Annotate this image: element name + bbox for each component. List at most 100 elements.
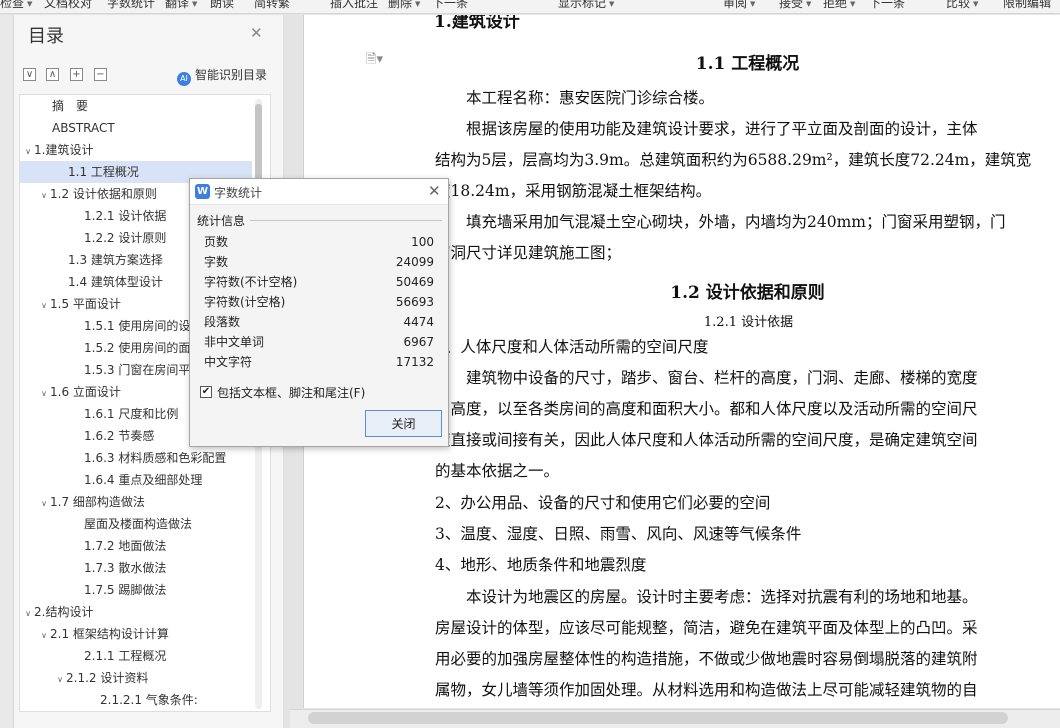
- toolbar-check-button[interactable]: 检查 ▼: [0, 0, 32, 12]
- panel-side-strip: [0, 15, 14, 728]
- stat-value: 56693: [395, 295, 434, 309]
- include-textbox-label[interactable]: 包括文本框、脚注和尾注(F): [217, 384, 365, 401]
- chevron-down-icon: ▼: [750, 0, 756, 8]
- chevron-down-icon[interactable]: ∨: [38, 493, 50, 513]
- stat-label: 字符数(计空格): [204, 295, 286, 309]
- toolbar-delete-comment-button[interactable]: 删除 ▼: [388, 0, 420, 12]
- chevron-down-icon[interactable]: ∨: [38, 383, 50, 403]
- stat-label: 字数: [204, 255, 229, 269]
- ribbon-toolbar: 检查 ▼ 文档校对 字数统计 翻译 ▼ 朗读 简转繁 插入批注 删除 ▼ 下一条 显示标记 ▼ 审阅 ▼ 接受 ▼…: [0, 0, 1060, 14]
- toolbar-read-aloud-button[interactable]: 朗读: [210, 0, 234, 12]
- toolbar-translate-button[interactable]: 翻译 ▼: [165, 0, 197, 12]
- toolbar-compare-button[interactable]: 比较 ▼: [946, 0, 978, 12]
- doc-heading: 1.1 工程概况: [695, 54, 800, 74]
- stat-label: 页数: [204, 235, 229, 249]
- chevron-down-icon: ▼: [850, 0, 856, 8]
- toc-item[interactable]: ∨ 2.1.2 设计资料: [20, 667, 252, 689]
- toolbar-item-label: 拒绝: [823, 0, 848, 10]
- stat-value: 24099: [395, 255, 434, 269]
- include-textbox-checkbox[interactable]: ✔: [200, 386, 212, 398]
- section-divider: [250, 220, 442, 221]
- doc-paragraph-line: 3、温度、湿度、日照、雨雪、风向、风速等气候条件: [435, 525, 802, 543]
- page-options-icon[interactable]: 🗎▾: [366, 50, 383, 72]
- toolbar-item-label: 翻译: [165, 0, 190, 10]
- toolbar-next-comment-button[interactable]: 下一条: [432, 0, 468, 12]
- stat-row: 字数 24099: [204, 252, 434, 272]
- chevron-down-icon[interactable]: ∨: [22, 603, 34, 623]
- dialog-close-icon[interactable]: ✕: [428, 182, 441, 200]
- toolbar-item-label: 接受: [779, 0, 804, 10]
- toolbar-review-button[interactable]: 审阅 ▼: [723, 0, 755, 12]
- toolbar-item-label: 字数统计: [107, 0, 156, 10]
- toc-item-label: 1.2.2 设计原则: [84, 231, 167, 245]
- remove-heading-icon[interactable]: −: [94, 68, 107, 81]
- toc-item[interactable]: 屋面及楼面构造做法: [20, 513, 252, 535]
- toolbar-item-label: 检查: [0, 0, 25, 10]
- toc-item[interactable]: ABSTRACT: [20, 117, 252, 139]
- toc-item[interactable]: ∨ 2.结构设计: [20, 601, 252, 623]
- toc-item[interactable]: 1.7.2 地面做法: [20, 535, 252, 557]
- toc-item[interactable]: 1.7.3 散水做法: [20, 557, 252, 579]
- doc-paragraph-line: 1、人体尺度和人体活动所需的空间尺度: [435, 338, 709, 356]
- toc-item[interactable]: ∨ 1.建筑设计: [20, 139, 252, 161]
- toc-item[interactable]: 2.1.1 工程概况: [20, 645, 252, 667]
- stat-row: 段落数 4474: [204, 312, 434, 332]
- stat-value: 4474: [403, 315, 434, 329]
- doc-paragraph-line: 房屋设计的体型，应该尽可能规整，简洁，避免在建筑平面及体型上的凸凹。采: [435, 619, 978, 637]
- doc-paragraph-line: 和高度，以至各类房间的高度和面积大小。都和人体尺度以及活动所需的空间尺: [435, 400, 978, 418]
- dialog-titlebar[interactable]: W 字数统计 ✕: [190, 179, 448, 205]
- close-button[interactable]: 关闭: [365, 410, 442, 437]
- chevron-down-icon[interactable]: ∨: [38, 185, 50, 205]
- chevron-down-icon[interactable]: ∨: [54, 669, 66, 689]
- toolbar-simplified-to-traditional-button[interactable]: 简转繁: [254, 0, 290, 12]
- stat-label: 段落数: [204, 315, 241, 329]
- toc-item-label: 1.5.1 使用房间的设计: [84, 319, 203, 333]
- toc-item[interactable]: ∨ 2.1 框架结构设计计算: [20, 623, 252, 645]
- horizontal-scrollbar-thumb[interactable]: [308, 712, 1008, 724]
- toolbar-reject-button[interactable]: 拒绝 ▼: [823, 0, 855, 12]
- smart-toc-button[interactable]: AI 智能识别目录: [177, 66, 267, 86]
- chevron-down-icon[interactable]: ∨: [38, 625, 50, 645]
- collapse-all-icon[interactable]: ∨: [23, 68, 36, 81]
- stat-value: 17132: [395, 355, 434, 369]
- chevron-down-icon[interactable]: ∨: [38, 295, 50, 315]
- ai-icon: AI: [177, 72, 191, 86]
- toc-item-label: ABSTRACT: [52, 121, 115, 135]
- add-heading-icon[interactable]: +: [70, 68, 83, 81]
- toc-item[interactable]: ∨ 1.7 细部构造做法: [20, 491, 252, 513]
- stat-row: 页数 100: [204, 232, 434, 252]
- doc-paragraph-line: 的基本依据之一。: [435, 462, 560, 480]
- toc-item-label: 1.7.3 散水做法: [84, 561, 167, 575]
- cut-off-heading: 1.建筑设计: [434, 15, 520, 32]
- toc-item[interactable]: 1.6.4 重点及细部处理: [20, 469, 252, 491]
- expand-up-icon[interactable]: ∧: [46, 68, 59, 81]
- toc-item-label: 1.1 工程概况: [68, 165, 139, 179]
- toolbar-word-count-button[interactable]: 字数统计: [107, 0, 155, 12]
- toolbar-next-change-button[interactable]: 下一条: [869, 0, 905, 12]
- toolbar-item-label: 审阅: [723, 0, 748, 10]
- toolbar-item-label: 显示标记: [558, 0, 607, 10]
- toolbar-show-markup-button[interactable]: 显示标记 ▼: [558, 0, 614, 12]
- toolbar-restrict-editing-button[interactable]: 限制编辑: [1003, 0, 1051, 12]
- toc-item-label: 1.4 建筑体型设计: [68, 275, 163, 289]
- toolbar-proofread-button[interactable]: 文档校对: [44, 0, 92, 12]
- smart-toc-label: 智能识别目录: [195, 68, 268, 82]
- toolbar-item-label: 插入批注: [330, 0, 379, 10]
- toolbar-insert-comment-button[interactable]: 插入批注: [330, 0, 378, 12]
- toc-item[interactable]: 摘 要: [20, 95, 252, 117]
- toc-item-label: 2.1.2.1 气象条件:: [100, 693, 198, 707]
- toc-item-label: 1.6.1 尺度和比例: [84, 407, 179, 421]
- toolbar-accept-button[interactable]: 接受 ▼: [779, 0, 811, 12]
- chevron-down-icon: ▼: [609, 0, 615, 8]
- outline-close-icon[interactable]: ✕: [250, 24, 263, 42]
- dialog-title: 字数统计: [214, 186, 263, 200]
- toc-item[interactable]: 1.6.3 材料质感和色彩配置: [20, 447, 252, 469]
- stat-value: 100: [411, 235, 434, 249]
- chevron-down-icon: ▼: [806, 0, 812, 8]
- toc-item[interactable]: 2.1.2.1 气象条件:: [20, 689, 252, 711]
- doc-paragraph-line: 结构为5层，层高均为3.9m。总建筑面积约为6588.29m²，建筑长度72.2…: [435, 151, 1032, 169]
- toc-item-label: 1.建筑设计: [34, 143, 94, 157]
- toolbar-item-label: 删除: [388, 0, 413, 10]
- toc-item[interactable]: 1.7.5 踢脚做法: [20, 579, 252, 601]
- chevron-down-icon[interactable]: ∨: [22, 141, 34, 161]
